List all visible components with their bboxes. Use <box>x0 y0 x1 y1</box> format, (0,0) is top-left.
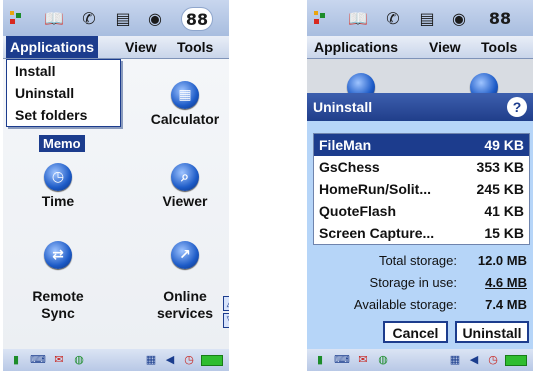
grid-icon[interactable]: ▦ <box>143 353 159 367</box>
applications-icon[interactable]: 88 <box>181 7 213 31</box>
app-viewer[interactable]: ⌕ Viewer <box>140 163 229 210</box>
scroll-controls: △ ▽ <box>223 296 229 328</box>
menu-view[interactable]: View <box>121 36 161 58</box>
calendar-icon[interactable]: ▤ <box>416 7 438 29</box>
item-size: 15 KB <box>484 225 524 241</box>
item-name: QuoteFlash <box>319 203 397 219</box>
keyboard-icon[interactable]: ⌨ <box>29 353 47 367</box>
battery-icon <box>201 355 223 366</box>
uninstall-dialog: Uninstall ? FileMan 49 KB GsChess 353 KB… <box>307 93 533 349</box>
keyboard-icon[interactable]: ⌨ <box>333 353 351 367</box>
phone-screen-applications-menu: 📖 ✆ ▤ ◉ 88 Applications View Tools ▽ Ins… <box>3 0 229 371</box>
network-icon[interactable]: ▮ <box>311 353 329 367</box>
scroll-up-button[interactable]: △ <box>223 296 229 311</box>
menu-bar: Applications View Tools ▽ <box>3 36 229 77</box>
calculator-icon: ▦ <box>171 81 199 109</box>
app-time[interactable]: ◷ Time <box>13 163 103 210</box>
app-label: Remote Sync <box>32 288 84 321</box>
battery-icon <box>505 355 527 366</box>
item-name: HomeRun/Solit... <box>319 181 431 197</box>
menu-tools[interactable]: Tools ▽ <box>173 36 229 77</box>
taskbar: ▮ ⌨ ✉ ◍ ▦ ◀ ◷ <box>307 349 533 371</box>
phone-screen-uninstall-dialog: 📖 ✆ ▤ ◉ 88 Applications View Tools ▽ Uni… <box>307 0 533 371</box>
alarm-icon[interactable]: ◷ <box>485 353 501 367</box>
taskbar: ▮ ⌨ ✉ ◍ ▦ ◀ ◷ <box>3 349 229 371</box>
book-icon[interactable]: 📖 <box>347 7 369 29</box>
dialog-title: Uninstall <box>307 93 533 121</box>
internet-icon[interactable]: ◉ <box>144 7 166 29</box>
alarm-icon[interactable]: ◷ <box>181 353 197 367</box>
installed-apps-list[interactable]: FileMan 49 KB GsChess 353 KB HomeRun/Sol… <box>313 133 530 245</box>
calendar-icon[interactable]: ▤ <box>112 7 134 29</box>
app-launcher-bar: 📖 ✆ ▤ ◉ 88 <box>307 0 533 36</box>
menu-tools-label: Tools <box>177 39 214 55</box>
applications-dropdown: Install Uninstall Set folders <box>6 59 121 127</box>
list-item[interactable]: HomeRun/Solit... 245 KB <box>314 178 529 200</box>
available-storage-label: Available storage: <box>353 297 457 312</box>
available-storage-value: 7.4 MB <box>485 297 527 312</box>
list-item[interactable]: GsChess 353 KB <box>314 156 529 178</box>
viewer-icon: ⌕ <box>171 163 199 191</box>
menu-item-uninstall[interactable]: Uninstall <box>7 82 120 104</box>
storage-in-use-value: 4.6 MB <box>485 275 527 290</box>
internet-icon[interactable]: ◉ <box>448 7 470 29</box>
item-size: 49 KB <box>484 137 524 153</box>
menu-item-set-folders[interactable]: Set folders <box>7 104 120 126</box>
book-icon[interactable]: 📖 <box>43 7 65 29</box>
globe-icon[interactable]: ◍ <box>71 353 87 367</box>
menu-applications[interactable]: Applications <box>6 36 99 58</box>
help-icon[interactable]: ? <box>507 97 527 117</box>
grid-icon[interactable]: ▦ <box>447 353 463 367</box>
phone-icon[interactable]: ✆ <box>78 7 100 29</box>
app-calculator[interactable]: ▦ Calculator <box>140 81 229 128</box>
phone-icon[interactable]: ✆ <box>382 7 404 29</box>
item-name: GsChess <box>319 159 380 175</box>
volume-icon[interactable]: ◀ <box>467 353 481 367</box>
messaging-icon[interactable]: ✉ <box>355 353 371 367</box>
remote-sync-icon: ⇄ <box>44 241 72 269</box>
app-label: Time <box>41 193 75 209</box>
total-storage-label: Total storage: <box>378 253 457 268</box>
menu-applications[interactable]: Applications <box>310 36 402 58</box>
applications-icon[interactable]: 88 <box>489 7 511 29</box>
memo-label[interactable]: Memo <box>39 135 85 152</box>
network-icon[interactable]: ▮ <box>7 353 25 367</box>
item-name: Screen Capture... <box>319 225 435 241</box>
app-remote-sync[interactable]: ⇄ Remote Sync <box>13 224 103 322</box>
storage-in-use-label: Storage in use: <box>369 275 457 290</box>
online-services-icon: ↗ <box>171 241 199 269</box>
scroll-down-button[interactable]: ▽ <box>223 313 229 328</box>
app-label: Online services <box>156 288 214 321</box>
signal-icon <box>9 9 25 25</box>
app-launcher-bar: 📖 ✆ ▤ ◉ 88 <box>3 0 229 36</box>
messaging-icon[interactable]: ✉ <box>51 353 67 367</box>
item-name: FileMan <box>319 137 372 153</box>
item-size: 353 KB <box>476 159 524 175</box>
background-strip <box>307 59 533 101</box>
app-label: Calculator <box>150 111 220 127</box>
list-item[interactable]: Screen Capture... 15 KB <box>314 222 529 244</box>
signal-icon <box>313 9 329 25</box>
app-label: Viewer <box>162 193 208 209</box>
globe-icon[interactable]: ◍ <box>375 353 391 367</box>
cancel-button[interactable]: Cancel <box>383 321 448 343</box>
app-online-services[interactable]: ↗ Online services <box>140 224 229 322</box>
list-item[interactable]: QuoteFlash 41 KB <box>314 200 529 222</box>
item-size: 41 KB <box>484 203 524 219</box>
item-size: 245 KB <box>476 181 524 197</box>
menu-tools-label: Tools <box>481 39 518 55</box>
uninstall-button[interactable]: Uninstall <box>455 321 529 343</box>
clock-icon: ◷ <box>44 163 72 191</box>
volume-icon[interactable]: ◀ <box>163 353 177 367</box>
menu-bar: Applications View Tools ▽ <box>307 36 533 77</box>
list-item[interactable]: FileMan 49 KB <box>314 134 529 156</box>
total-storage-value: 12.0 MB <box>477 253 527 268</box>
menu-view[interactable]: View <box>425 36 465 58</box>
menu-tools[interactable]: Tools ▽ <box>477 36 533 77</box>
menu-item-install[interactable]: Install <box>7 60 120 82</box>
